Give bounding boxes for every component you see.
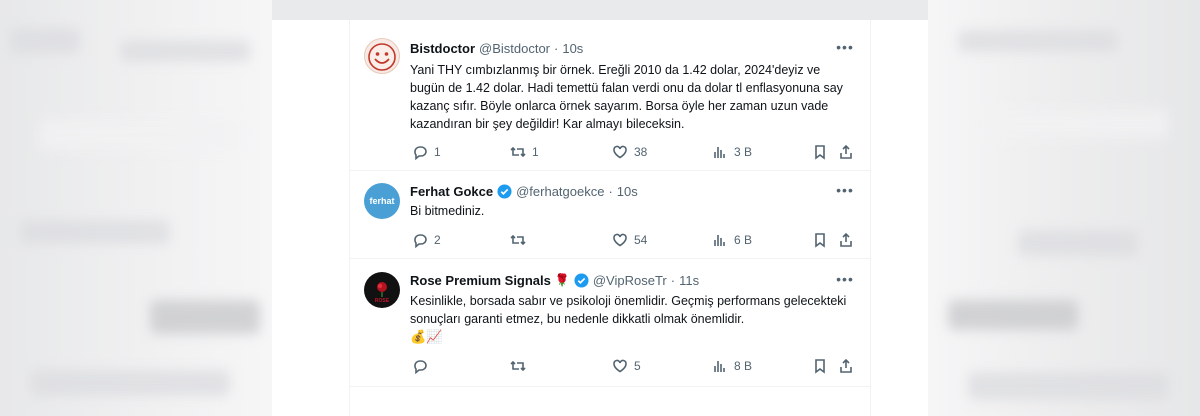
tweet[interactable]: Bistdoctor @Bistdoctor · 10s ••• Yani TH… [350,20,870,171]
rose-emoji: 🌹 [554,273,570,287]
heart-icon [613,145,627,159]
author-name[interactable]: Ferhat Gokce [410,184,493,199]
share-icon [840,232,852,247]
bookmark-icon [815,359,825,374]
bookmark-button[interactable] [812,356,828,376]
blurred-background-right [928,0,1200,416]
views-button[interactable]: 6 B [712,230,752,250]
tweet[interactable]: ferhat Ferhat Gokce @ferhatgoekce · 10s … [350,170,870,259]
bookmark-button[interactable] [812,142,828,162]
view-count: 6 B [734,233,753,247]
tweet[interactable]: ROSE Rose Premium Signals 🌹 @VipRoseTr ·… [350,258,870,387]
retweet-count: 1 [532,145,539,159]
bookmark-icon [815,233,825,248]
more-options-icon[interactable]: ••• [836,183,854,201]
blurred-background-left [0,0,272,416]
avatar-logo-text: ROSE [374,298,390,304]
avatar[interactable]: ROSE [364,272,400,308]
share-icon [840,144,852,159]
retweet-button[interactable] [510,230,532,250]
analytics-icon [714,147,725,158]
author-name[interactable]: Bistdoctor [410,41,475,56]
tweet-header: Bistdoctor @Bistdoctor · 10s [410,38,583,58]
tweet-text: Yani THY cımbızlanmış bir örnek. Ereğli … [410,63,843,131]
analytics-icon [714,361,725,372]
analytics-icon [714,235,725,246]
timeline: Bistdoctor @Bistdoctor · 10s ••• Yani TH… [349,20,871,416]
timestamp[interactable]: 10s [617,184,638,199]
like-button[interactable]: 54 [612,230,647,250]
bookmark-icon [815,145,825,160]
verified-badge-icon [574,272,589,288]
author-handle[interactable]: @ferhatgoekce [516,184,604,199]
avatar[interactable] [364,38,400,74]
reply-count: 1 [434,145,441,159]
reply-icon [414,360,427,374]
tweet-actions: 1 1 38 3 B [410,142,855,162]
heart-icon [613,359,627,373]
tweet-header: Rose Premium Signals 🌹 @VipRoseTr · 11s [410,270,699,290]
retweet-button[interactable]: 1 [510,142,539,162]
like-button[interactable]: 5 [612,356,641,376]
view-count: 3 B [734,145,753,159]
more-options-icon[interactable]: ••• [836,272,854,290]
share-button[interactable] [838,230,854,250]
timestamp[interactable]: 10s [562,41,583,56]
separator-dot: · [670,272,676,288]
separator-dot: · [554,40,559,56]
reply-button[interactable]: 1 [412,142,441,162]
reply-icon [414,146,427,160]
author-handle[interactable]: @VipRoseTr [593,273,667,288]
retweet-icon [510,146,526,158]
view-count: 8 B [734,359,753,373]
heart-icon [613,233,627,247]
author-name[interactable]: Rose Premium Signals [410,273,551,288]
separator-dot: · [608,183,613,199]
more-options-icon[interactable]: ••• [836,40,854,58]
reply-button[interactable]: 2 [412,230,441,250]
tweet-card-panel: Bistdoctor @Bistdoctor · 10s ••• Yani TH… [272,20,928,416]
tweet-actions: 2 54 6 B [410,230,855,250]
share-button[interactable] [838,142,854,162]
author-handle[interactable]: @Bistdoctor [479,41,550,56]
bookmark-button[interactable] [812,230,828,250]
smiley-face-icon [368,43,396,71]
retweet-icon [510,234,526,246]
like-count: 5 [634,359,641,373]
tweet-actions: 5 8 B [410,356,855,376]
reply-button[interactable] [412,356,434,376]
views-button[interactable]: 8 B [712,356,752,376]
share-icon [840,358,852,373]
share-button[interactable] [838,356,854,376]
like-count: 38 [634,145,648,159]
tweet-text: Kesinlikle, borsada sabır ve psikoloji ö… [410,294,847,326]
tweet-text: Bi bitmediniz. [410,204,485,218]
like-count: 54 [634,233,648,247]
tweet-header: Ferhat Gokce @ferhatgoekce · 10s [410,181,638,201]
like-button[interactable]: 38 [612,142,647,162]
reply-count: 2 [434,233,441,247]
tweet-emojis: 💰📈 [410,329,443,344]
views-button[interactable]: 3 B [712,142,752,162]
avatar-logo-text: ferhat [369,196,395,206]
reply-icon [414,234,427,248]
retweet-button[interactable] [510,356,532,376]
verified-badge-icon [497,183,512,199]
retweet-icon [510,360,526,372]
timestamp[interactable]: 11s [679,273,699,288]
avatar[interactable]: ferhat [364,183,400,219]
